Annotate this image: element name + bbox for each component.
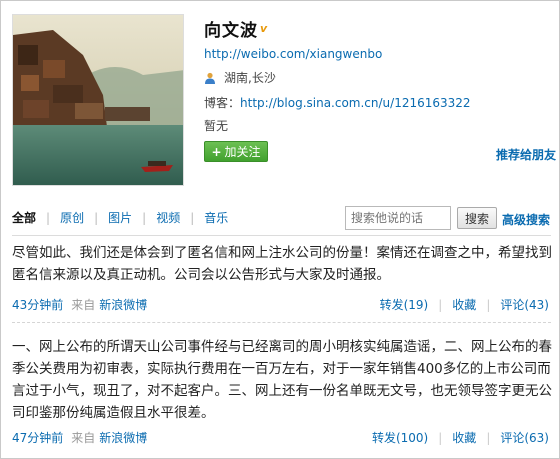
blog-url-link[interactable]: http://blog.sina.com.cn/u/1216163322 [240,96,471,110]
forward-link[interactable]: 转发(100) [372,429,428,446]
feed-filter-tabs: 全部 | 原创 | 图片 | 视频 | 音乐 [12,209,228,226]
plus-icon: + [211,144,222,159]
from-label: 来自 [71,431,96,445]
feed-divider [12,235,551,236]
post-text: 尽管如此、我们还是体会到了匿名信和网上注水公司的份量！案情还在调查之中，希望找到… [12,245,552,283]
profile-name-row: 向文波 v [204,17,268,41]
follow-label: 加关注 [224,145,261,159]
post-meta: 47分钟前 来自 新浪微博 转发(100) | 收藏 | 评论(63) [12,429,549,446]
weibo-profile-page: 向文波 v http://weibo.com/xiangwenbo 湖南,长沙 … [0,0,560,459]
action-divider: | [438,297,443,312]
verified-icon: v [260,21,268,35]
from-label: 来自 [71,298,96,312]
search-input[interactable] [345,206,451,230]
avatar[interactable] [12,14,184,186]
action-divider: | [486,297,491,312]
forward-link[interactable]: 转发(19) [380,296,429,313]
location-text: 湖南,长沙 [224,71,276,85]
weibo-url-link[interactable]: http://weibo.com/xiangwenbo [204,47,382,61]
post-source-link[interactable]: 新浪微博 [99,429,147,446]
post-divider [12,322,551,323]
advanced-search-link[interactable]: 高级搜索 [502,211,550,228]
location-row: 湖南,长沙 [204,69,276,86]
tab-all[interactable]: 全部 [12,209,36,226]
favorite-link[interactable]: 收藏 [452,296,476,313]
bio-text: 暂无 [204,119,229,133]
tab-divider: | [46,210,51,225]
post-text: 一、网上公布的所谓天山公司事件经与已经离司的周小明核实纯属造谣，二、网上公布的春… [12,339,552,421]
favorite-link[interactable]: 收藏 [452,429,476,446]
recommend-to-friend-link[interactable]: 推荐给朋友 [496,146,556,163]
blog-label: 博客： [204,96,241,110]
post-meta: 43分钟前 来自 新浪微博 转发(19) | 收藏 | 评论(43) [12,296,549,313]
tab-music[interactable]: 音乐 [204,209,228,226]
profile-name: 向文波 [204,20,258,41]
tab-videos[interactable]: 视频 [156,209,180,226]
post-time-link[interactable]: 43分钟前 [12,296,63,313]
tab-images[interactable]: 图片 [108,209,132,226]
person-icon [205,72,215,84]
tab-divider: | [94,210,99,225]
follow-button[interactable]: + 加关注 [204,141,268,162]
search-button[interactable]: 搜索 [457,207,497,229]
tab-original[interactable]: 原创 [60,209,84,226]
action-divider: | [438,430,443,445]
tab-divider: | [142,210,147,225]
tab-divider: | [190,210,195,225]
blog-row: 博客：http://blog.sina.com.cn/u/1216163322 [204,94,471,111]
comment-link[interactable]: 评论(63) [500,429,549,446]
avatar-image [13,15,183,185]
comment-link[interactable]: 评论(43) [500,296,549,313]
post-time-link[interactable]: 47分钟前 [12,429,63,446]
post-source-link[interactable]: 新浪微博 [99,296,147,313]
action-divider: | [486,430,491,445]
